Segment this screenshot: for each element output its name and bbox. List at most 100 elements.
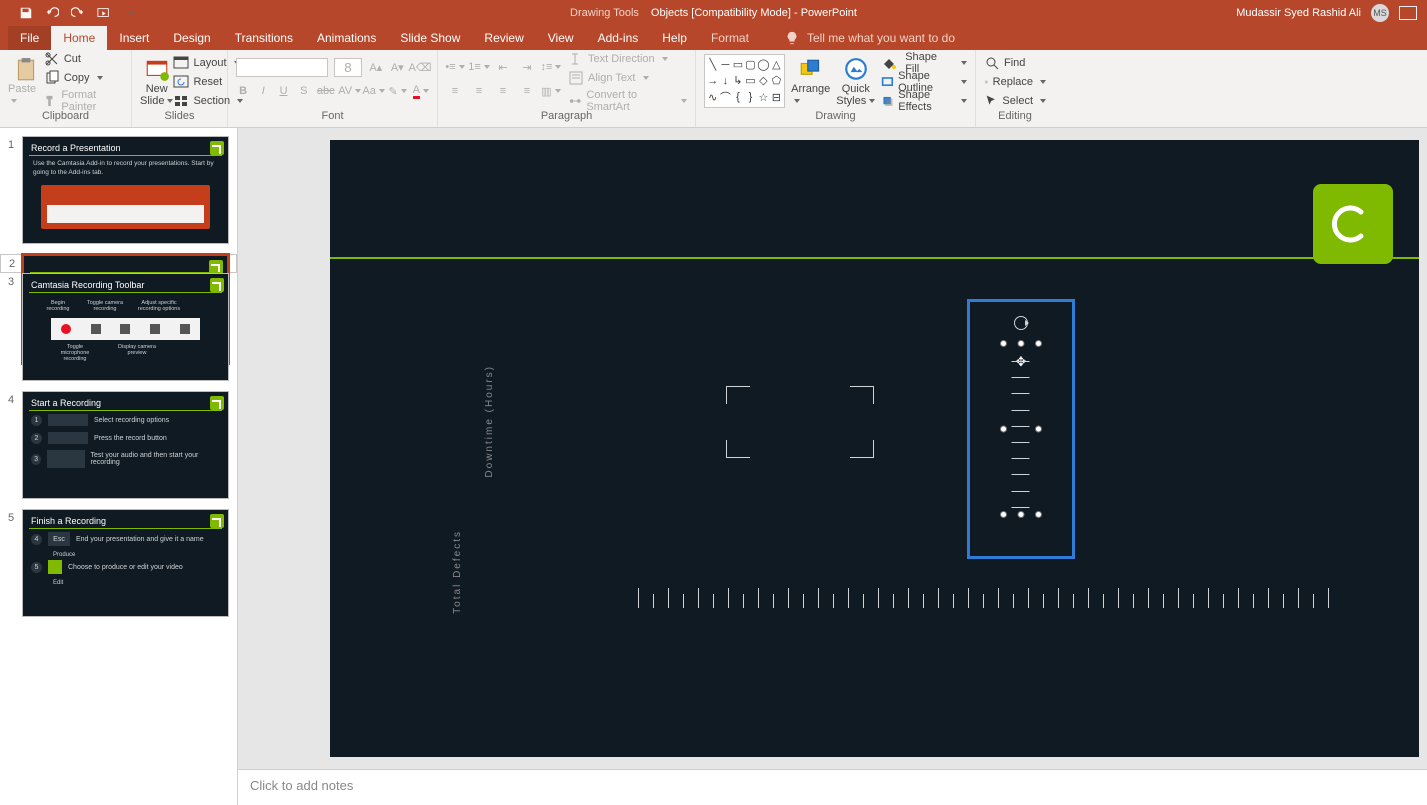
save-icon[interactable] — [18, 5, 34, 21]
tab-help[interactable]: Help — [650, 26, 699, 50]
clear-formatting-icon[interactable]: A⌫ — [411, 58, 429, 76]
shape-effects-button[interactable]: Shape Effects — [881, 93, 967, 110]
slide-thumbnail-pane[interactable]: 1 Record a Presentation Use the Camtasia… — [0, 128, 238, 805]
tab-file[interactable]: File — [8, 26, 51, 50]
resize-handle-r[interactable] — [1035, 426, 1042, 433]
cut-button[interactable]: Cut — [44, 51, 123, 67]
crop-bracket-br[interactable] — [850, 440, 874, 458]
avatar[interactable]: MS — [1371, 4, 1389, 22]
decrease-indent-icon[interactable]: ⇤ — [494, 58, 512, 76]
resize-handle-br[interactable] — [1035, 511, 1042, 518]
resize-handle-tr[interactable] — [1035, 340, 1042, 347]
bold-icon[interactable]: B — [236, 82, 250, 100]
redo-icon[interactable] — [70, 5, 86, 21]
undo-icon[interactable] — [44, 5, 60, 21]
resize-handle-bl[interactable] — [1000, 511, 1007, 518]
axis-label-downtime-hours[interactable]: Downtime (Hours) — [484, 365, 495, 478]
tell-me-search[interactable]: Tell me what you want to do — [779, 26, 961, 50]
increase-indent-icon[interactable]: ⇥ — [518, 58, 536, 76]
replace-button[interactable]: Replace — [984, 74, 1046, 90]
shape-outline-button[interactable]: Shape Outline — [881, 74, 967, 91]
crop-bracket-tr[interactable] — [850, 386, 874, 404]
selected-rectangle-shape[interactable]: ✥ — [970, 302, 1072, 556]
italic-icon[interactable]: I — [256, 82, 270, 100]
quick-styles-button[interactable]: Quick Styles — [836, 54, 875, 110]
underline-icon[interactable]: U — [276, 82, 290, 100]
justify-icon[interactable]: ≡ — [518, 82, 536, 100]
shape-star-icon[interactable]: ☆ — [757, 89, 769, 105]
tab-view[interactable]: View — [536, 26, 586, 50]
shape-arc-icon[interactable]: ⌒ — [720, 89, 732, 105]
shape-rect-icon[interactable]: ▭ — [732, 57, 744, 72]
thumbnail-3[interactable]: 3 Camtasia Recording Toolbar Begin recor… — [0, 273, 237, 391]
crop-bracket-bl[interactable] — [726, 440, 750, 458]
thumbnail-5[interactable]: 5 Finish a Recording 4EscEnd your presen… — [0, 509, 237, 627]
align-right-icon[interactable]: ≡ — [494, 82, 512, 100]
shapes-gallery[interactable]: ╲─▭▢◯△ →↓↳▭◇⬠ ∿⌒{}☆⊟ — [704, 54, 785, 108]
shape-line-icon[interactable]: ╲ — [707, 57, 719, 72]
find-button[interactable]: Find — [984, 55, 1046, 71]
strikethrough-icon[interactable]: abc — [317, 82, 335, 100]
font-size-select[interactable] — [334, 58, 362, 77]
shape-connector-icon[interactable]: ↳ — [732, 73, 744, 88]
start-from-beginning-icon[interactable] — [96, 5, 112, 21]
resize-handle-tl[interactable] — [1000, 340, 1007, 347]
tab-animations[interactable]: Animations — [305, 26, 388, 50]
qat-customize-dropdown[interactable] — [122, 5, 138, 21]
resize-handle-b[interactable] — [1018, 511, 1025, 518]
crop-bracket-tl[interactable] — [726, 386, 750, 404]
axis-label-total-defects[interactable]: Total Defects — [452, 530, 463, 614]
text-direction-button[interactable]: Text Direction — [568, 51, 687, 67]
numbering-icon[interactable]: 1≡ — [470, 58, 488, 76]
resize-handle-t[interactable] — [1018, 340, 1025, 347]
tab-insert[interactable]: Insert — [107, 26, 161, 50]
new-slide-button[interactable]: New Slide — [140, 54, 173, 110]
shape-triangle-icon[interactable]: △ — [771, 57, 783, 72]
ribbon-display-options-icon[interactable] — [1399, 6, 1417, 20]
tab-design[interactable]: Design — [161, 26, 222, 50]
resize-handle-l[interactable] — [1000, 426, 1007, 433]
selected-vertical-ruler-shape[interactable]: ✥ — [1004, 344, 1038, 514]
paste-button[interactable]: Paste — [8, 54, 44, 110]
shape-callout-icon[interactable]: ⊟ — [771, 89, 783, 105]
shape-diamond-icon[interactable]: ◇ — [757, 73, 769, 88]
columns-icon[interactable]: ▥ — [542, 82, 560, 100]
shape-brace-r-icon[interactable]: } — [745, 89, 757, 105]
tab-slideshow[interactable]: Slide Show — [388, 26, 472, 50]
bullets-icon[interactable]: •≡ — [446, 58, 464, 76]
shape-arrow-r-icon[interactable]: → — [707, 73, 719, 88]
shape-line2-icon[interactable]: ─ — [720, 57, 732, 72]
tab-addins[interactable]: Add-ins — [586, 26, 651, 50]
tab-home[interactable]: Home — [51, 26, 107, 50]
align-center-icon[interactable]: ≡ — [470, 82, 488, 100]
rotate-handle-icon[interactable] — [1014, 316, 1028, 330]
thumbnail-4[interactable]: 4 Start a Recording 1Select recording op… — [0, 391, 237, 509]
shadow-icon[interactable]: S — [297, 82, 311, 100]
thumbnail-1[interactable]: 1 Record a Presentation Use the Camtasia… — [0, 136, 237, 254]
horizontal-ruler-ticks[interactable] — [638, 588, 1379, 608]
tab-transitions[interactable]: Transitions — [223, 26, 305, 50]
shape-pentagon-icon[interactable]: ⬠ — [771, 73, 783, 88]
tab-review[interactable]: Review — [472, 26, 535, 50]
shape-brace-l-icon[interactable]: { — [732, 89, 744, 105]
thumbnail-2[interactable]: 2 — [0, 254, 237, 273]
highlight-icon[interactable]: ✎ — [389, 82, 407, 100]
copy-button[interactable]: Copy — [44, 70, 123, 86]
shape-roundrect-icon[interactable]: ▢ — [745, 57, 757, 72]
decrease-font-size-icon[interactable]: A▾ — [390, 58, 406, 76]
increase-font-size-icon[interactable]: A▴ — [368, 58, 384, 76]
slide[interactable]: Downtime (Hours) Total Defects ✥ — [330, 140, 1419, 757]
align-text-button[interactable]: Align Text — [568, 70, 687, 86]
change-case-icon[interactable]: Aa — [365, 82, 383, 100]
user-name[interactable]: Mudassir Syed Rashid Ali — [1236, 7, 1361, 19]
font-name-select[interactable] — [236, 58, 328, 77]
select-button[interactable]: Select — [984, 93, 1046, 109]
shape-curve-icon[interactable]: ∿ — [707, 89, 719, 105]
tab-format[interactable]: Format — [699, 26, 761, 50]
shape-rect2-icon[interactable]: ▭ — [745, 73, 757, 88]
notes-pane[interactable]: Click to add notes — [238, 769, 1427, 805]
slide-canvas[interactable]: Downtime (Hours) Total Defects ✥ — [238, 128, 1427, 769]
character-spacing-icon[interactable]: AV — [341, 82, 359, 100]
arrange-button[interactable]: Arrange — [791, 54, 830, 110]
shape-oval-icon[interactable]: ◯ — [757, 57, 769, 72]
